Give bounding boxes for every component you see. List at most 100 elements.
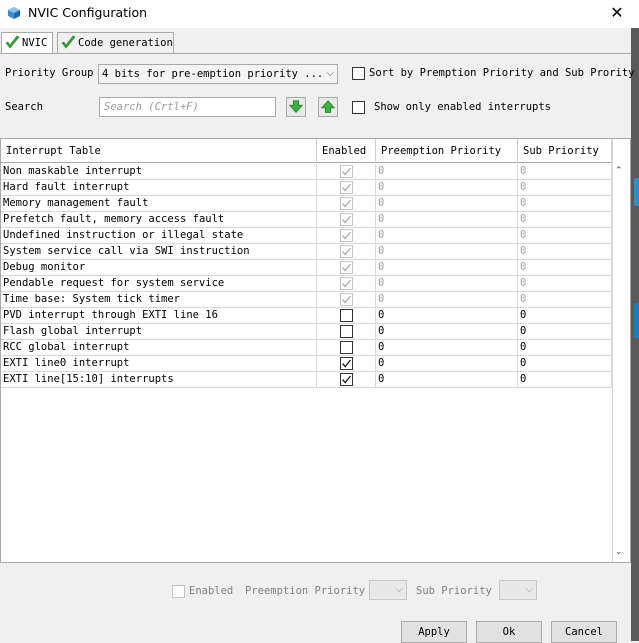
enabled-checkbox[interactable] xyxy=(340,357,353,370)
column-header-interrupt[interactable]: Interrupt Table xyxy=(1,139,317,163)
ok-button[interactable]: Ok xyxy=(476,621,542,643)
table-row[interactable]: Flash global interrupt 0 0 xyxy=(1,324,612,340)
column-header-preemption[interactable]: Preemption Priority xyxy=(376,139,518,163)
sub-priority-cell: 0 xyxy=(518,244,612,260)
footer-enabled-checkbox[interactable] xyxy=(172,585,185,598)
interrupt-name: EXTI line[15:10] interrupts xyxy=(1,372,317,388)
interrupt-name: PVD interrupt through EXTI line 16 xyxy=(1,308,317,324)
table-row[interactable]: EXTI line[15:10] interrupts 0 0 xyxy=(1,372,612,388)
tab-code-generation[interactable]: Code generation xyxy=(57,32,174,53)
green-check-icon xyxy=(5,35,20,49)
search-prev-button[interactable] xyxy=(318,97,338,117)
table-row[interactable]: Prefetch fault, memory access fault 0 0 xyxy=(1,212,612,228)
enabled-cell xyxy=(317,308,376,324)
preemption-priority-cell[interactable]: 0 xyxy=(376,308,518,324)
search-placeholder: Search (Crtl+F) xyxy=(104,101,199,113)
interrupt-name: RCC global interrupt xyxy=(1,340,317,356)
table-row[interactable]: RCC global interrupt 0 0 xyxy=(1,340,612,356)
footer-enabled-label: Enabled xyxy=(189,585,234,597)
interrupt-table: Interrupt Table Enabled Preemption Prior… xyxy=(0,138,631,563)
footer-preemption-select[interactable]: ⌵ xyxy=(369,580,407,600)
table-row[interactable]: Memory management fault 0 0 xyxy=(1,196,612,212)
footer-sub-select[interactable]: ⌵ xyxy=(499,580,537,600)
arrow-up-icon xyxy=(320,100,336,113)
preemption-priority-cell: 0 xyxy=(376,260,518,276)
tab-nvic[interactable]: NVIC xyxy=(1,32,53,53)
enabled-checkbox[interactable] xyxy=(340,341,353,354)
enabled-checkbox[interactable] xyxy=(340,309,353,322)
checkmark-icon xyxy=(341,215,352,224)
green-check-icon xyxy=(61,35,76,49)
cancel-button[interactable]: Cancel xyxy=(551,621,617,643)
sub-priority-cell[interactable]: 0 xyxy=(518,356,612,372)
table-row[interactable]: Non maskable interrupt 0 0 xyxy=(1,164,612,180)
checkmark-icon xyxy=(341,247,352,256)
sub-priority-cell[interactable]: 0 xyxy=(518,324,612,340)
table-row[interactable]: Time base: System tick timer 0 0 xyxy=(1,292,612,308)
close-button[interactable]: ✕ xyxy=(606,4,628,24)
window-title: NVIC Configuration xyxy=(28,5,148,20)
sub-priority-cell: 0 xyxy=(518,228,612,244)
enabled-checkbox[interactable] xyxy=(340,373,353,386)
close-icon: ✕ xyxy=(610,3,624,22)
checkmark-icon xyxy=(341,375,352,384)
search-input[interactable]: Search (Crtl+F) xyxy=(99,97,276,117)
show-enabled-checkbox[interactable] xyxy=(352,101,365,114)
enabled-checkbox xyxy=(340,277,353,290)
search-next-button[interactable] xyxy=(286,97,306,117)
tab-label: NVIC xyxy=(22,37,48,49)
enabled-cell xyxy=(317,196,376,212)
chevron-down-icon: ⌵ xyxy=(525,584,533,595)
sub-priority-cell: 0 xyxy=(518,196,612,212)
tab-label: Code generation xyxy=(78,37,173,49)
priority-group-select[interactable]: 4 bits for pre-emption priority ... ⌵ xyxy=(98,64,338,84)
table-row[interactable]: Hard fault interrupt 0 0 xyxy=(1,180,612,196)
enabled-checkbox[interactable] xyxy=(340,325,353,338)
show-enabled-label: Show only enabled interrupts xyxy=(374,101,552,113)
interrupt-name: Pendable request for system service xyxy=(1,276,317,292)
apply-button[interactable]: Apply xyxy=(401,621,467,643)
enabled-cell xyxy=(317,276,376,292)
enabled-checkbox xyxy=(340,245,353,258)
interrupt-name: Time base: System tick timer xyxy=(1,292,317,308)
enabled-cell xyxy=(317,164,376,180)
table-row[interactable]: System service call via SWI instruction 0… xyxy=(1,244,612,260)
interrupt-name: Prefetch fault, memory access fault xyxy=(1,212,317,228)
footer-preemption-label: Preemption Priority xyxy=(245,585,366,597)
preemption-priority-cell[interactable]: 0 xyxy=(376,372,518,388)
preemption-priority-cell[interactable]: 0 xyxy=(376,356,518,372)
sort-priority-checkbox[interactable] xyxy=(352,67,365,80)
interrupt-name: Flash global interrupt xyxy=(1,324,317,340)
sub-priority-cell[interactable]: 0 xyxy=(518,308,612,324)
column-header-enabled[interactable]: Enabled xyxy=(317,139,376,163)
scroll-down-icon[interactable]: ⌄ xyxy=(615,547,623,557)
sub-priority-cell: 0 xyxy=(518,180,612,196)
background-window-edge xyxy=(631,28,639,641)
enabled-checkbox xyxy=(340,213,353,226)
interrupt-name: Memory management fault xyxy=(1,196,317,212)
preemption-priority-cell[interactable]: 0 xyxy=(376,340,518,356)
interrupt-name: EXTI line0 interrupt xyxy=(1,356,317,372)
checkmark-icon xyxy=(341,183,352,192)
table-row[interactable]: Undefined instruction or illegal state 0 0 xyxy=(1,228,612,244)
app-cube-icon xyxy=(8,7,20,19)
table-header: Interrupt Table Enabled Preemption Prior… xyxy=(1,139,612,163)
enabled-checkbox xyxy=(340,261,353,274)
table-scrollbar[interactable]: ⌃ ⌄ xyxy=(612,139,630,562)
preemption-priority-cell: 0 xyxy=(376,196,518,212)
table-row[interactable]: EXTI line0 interrupt 0 0 xyxy=(1,356,612,372)
title-bar: NVIC Configuration ✕ xyxy=(0,0,639,28)
preemption-priority-cell: 0 xyxy=(376,244,518,260)
checkmark-icon xyxy=(341,263,352,272)
sub-priority-cell[interactable]: 0 xyxy=(518,372,612,388)
enabled-cell xyxy=(317,340,376,356)
column-header-sub-priority[interactable]: Sub Priority xyxy=(518,139,612,163)
checkmark-icon xyxy=(341,295,352,304)
scroll-up-icon[interactable]: ⌃ xyxy=(615,166,623,176)
sub-priority-cell[interactable]: 0 xyxy=(518,340,612,356)
preemption-priority-cell[interactable]: 0 xyxy=(376,324,518,340)
enabled-cell xyxy=(317,324,376,340)
table-row[interactable]: Pendable request for system service 0 0 xyxy=(1,276,612,292)
table-row[interactable]: Debug monitor 0 0 xyxy=(1,260,612,276)
table-row[interactable]: PVD interrupt through EXTI line 16 0 0 xyxy=(1,308,612,324)
